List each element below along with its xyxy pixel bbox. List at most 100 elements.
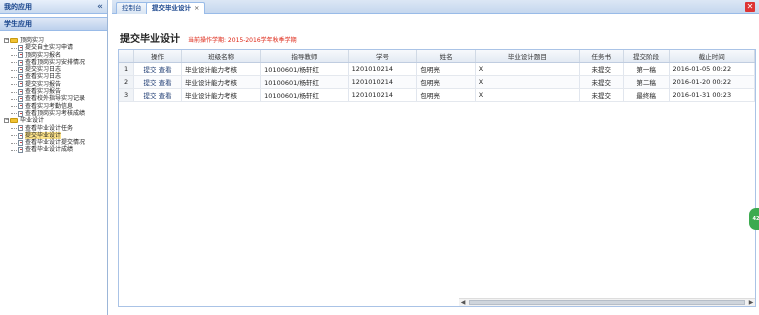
view-link[interactable]: 查看: [159, 92, 172, 100]
tab-console-label: 控制台: [122, 4, 142, 12]
tree-item[interactable]: 顶岗实习报名: [4, 52, 107, 59]
scroll-left-icon[interactable]: ◀: [459, 299, 467, 307]
col-header-index: [119, 50, 135, 63]
cell-task: 未提交: [579, 75, 624, 89]
col-header-operation[interactable]: 操作: [133, 50, 182, 63]
page-icon: [18, 139, 23, 146]
cell-class-name: 毕业设计能力考核: [181, 62, 262, 76]
folder-icon: [10, 118, 18, 124]
page-icon: [18, 96, 23, 103]
page-icon: [18, 125, 23, 132]
tree-item[interactable]: 查看校外指导实习记录: [4, 95, 107, 102]
cell-deadline: 2016-01-31 00:23: [669, 88, 755, 102]
page-icon: [18, 66, 23, 73]
page-icon: [18, 88, 23, 95]
tree-folder-node[interactable]: − 毕业设计: [4, 117, 107, 124]
collapse-toggle-icon[interactable]: −: [4, 38, 9, 44]
cell-class-name: 毕业设计能力考核: [181, 88, 262, 102]
cell-class-name: 毕业设计能力考核: [181, 75, 262, 89]
cell-stage: 第二稿: [623, 75, 670, 89]
tree-item-label: 查看实习日志: [25, 73, 62, 81]
view-link[interactable]: 查看: [159, 66, 172, 74]
table-row[interactable]: 3 提交 查看 毕业设计能力考核 10100601/杨轩红 1201010214 包明亮 X…: [119, 88, 755, 102]
collapse-icon[interactable]: «: [97, 2, 103, 12]
page-icon: [18, 74, 23, 81]
submit-link[interactable]: 提交: [144, 92, 157, 100]
table-row[interactable]: 1 提交 查看 毕业设计能力考核 10100601/杨轩红 1201010214 包明亮 X…: [119, 62, 755, 76]
page-icon: [18, 147, 23, 154]
col-header-deadline[interactable]: 截止时间: [669, 50, 755, 63]
tree-item[interactable]: 提交自主实习申请: [4, 44, 107, 51]
student-apps-header[interactable]: 学生应用: [0, 17, 107, 31]
left-nav-panel: 我的应用 « 学生应用 − 顶岗实习 提交自主实习申请 顶岗实习报名 查看顶岗实习安排情…: [0, 0, 108, 315]
col-header-name[interactable]: 姓名: [416, 50, 476, 63]
page-icon: [18, 132, 23, 139]
row-number: 1: [119, 62, 135, 76]
cell-stage: 第一稿: [623, 62, 670, 76]
cell-student-no: 1201010214: [348, 88, 418, 102]
tab-console[interactable]: 控制台: [116, 2, 148, 14]
tree-item[interactable]: 查看实习日志: [4, 73, 107, 80]
tab-submit-design-label: 提交毕业设计: [152, 4, 191, 12]
tree-item-label: 提交自主实习申请: [25, 44, 74, 52]
cell-deadline: 2016-01-05 00:22: [669, 62, 755, 76]
cell-teacher: 10100601/杨轩红: [260, 88, 349, 102]
row-operations: 提交 查看: [133, 62, 182, 76]
nav-tree: − 顶岗实习 提交自主实习申请 顶岗实习报名 查看顶岗实习安排情况 提交实习日志 查看实习日…: [0, 31, 107, 154]
tree-item-label: 毕业设计: [20, 117, 45, 125]
table-header-row: 操作 班级名称 指导教师 学号 姓名 毕业设计题目 任务书 提交阶段 截止时间: [119, 50, 755, 63]
my-apps-header: 我的应用 «: [0, 0, 107, 14]
tab-close-icon[interactable]: ×: [194, 4, 199, 12]
col-header-topic[interactable]: 毕业设计题目: [475, 50, 580, 63]
col-header-task[interactable]: 任务书: [579, 50, 624, 63]
tab-submit-design[interactable]: 提交毕业设计 ×: [146, 2, 206, 14]
col-header-class-name[interactable]: 班级名称: [181, 50, 262, 63]
col-header-stage[interactable]: 提交阶段: [623, 50, 670, 63]
tree-item[interactable]: 查看毕业设计任务: [4, 125, 107, 132]
tree-item-label: 提交实习报告: [25, 80, 62, 88]
cell-teacher: 10100601/杨轩红: [260, 62, 349, 76]
tree-item-label: 查看校外指导实习记录: [25, 95, 86, 103]
main-panel: 控制台 提交毕业设计 × ✕ 提交毕业设计 当前操作学期: 2015-2016学年…: [112, 0, 759, 315]
cell-task: 未提交: [579, 62, 624, 76]
student-apps-title: 学生应用: [4, 20, 32, 28]
view-link[interactable]: 查看: [159, 79, 172, 87]
cell-topic: X: [475, 62, 580, 76]
page-icon: [18, 110, 23, 117]
submit-link[interactable]: 提交: [144, 79, 157, 87]
cell-stage: 最终稿: [623, 88, 670, 102]
tree-item[interactable]: 查看毕业设计成绩: [4, 146, 107, 153]
table-row[interactable]: 2 提交 查看 毕业设计能力考核 10100601/杨轩红 1201010214 包明亮 X…: [119, 75, 755, 89]
cell-name: 包明亮: [416, 88, 476, 102]
col-header-teacher[interactable]: 指导教师: [260, 50, 349, 63]
cell-name: 包明亮: [416, 75, 476, 89]
row-number: 3: [119, 88, 135, 102]
page-icon: [18, 81, 23, 88]
tree-item[interactable]: 提交实习报告: [4, 81, 107, 88]
page-icon: [18, 59, 23, 66]
floating-badge-button[interactable]: 42: [749, 208, 759, 230]
close-all-icon[interactable]: ✕: [745, 2, 755, 12]
row-number: 2: [119, 75, 135, 89]
collapse-toggle-icon[interactable]: −: [4, 118, 9, 124]
scrollbar-thumb[interactable]: [469, 300, 745, 305]
folder-icon: [10, 38, 18, 44]
my-apps-title: 我的应用: [4, 2, 32, 11]
tab-bar: 控制台 提交毕业设计 × ✕: [112, 0, 759, 14]
scroll-right-icon[interactable]: ▶: [747, 299, 755, 307]
cell-task: 未提交: [579, 88, 624, 102]
cell-deadline: 2016-01-20 00:22: [669, 75, 755, 89]
col-header-student-no[interactable]: 学号: [348, 50, 418, 63]
cell-topic: X: [475, 75, 580, 89]
page-header: 提交毕业设计 当前操作学期: 2015-2016学年秋季学期: [120, 30, 297, 45]
page-icon: [18, 44, 23, 51]
cell-student-no: 1201010214: [348, 62, 418, 76]
row-operations: 提交 查看: [133, 88, 182, 102]
cell-name: 包明亮: [416, 62, 476, 76]
data-grid: 操作 班级名称 指导教师 学号 姓名 毕业设计题目 任务书 提交阶段 截止时间 …: [118, 49, 756, 307]
submit-link[interactable]: 提交: [144, 66, 157, 74]
horizontal-scrollbar[interactable]: ◀ ▶: [459, 298, 755, 306]
tree-item[interactable]: 查看实习考勤信息: [4, 103, 107, 110]
page-icon: [18, 52, 23, 59]
cell-topic: X: [475, 88, 580, 102]
